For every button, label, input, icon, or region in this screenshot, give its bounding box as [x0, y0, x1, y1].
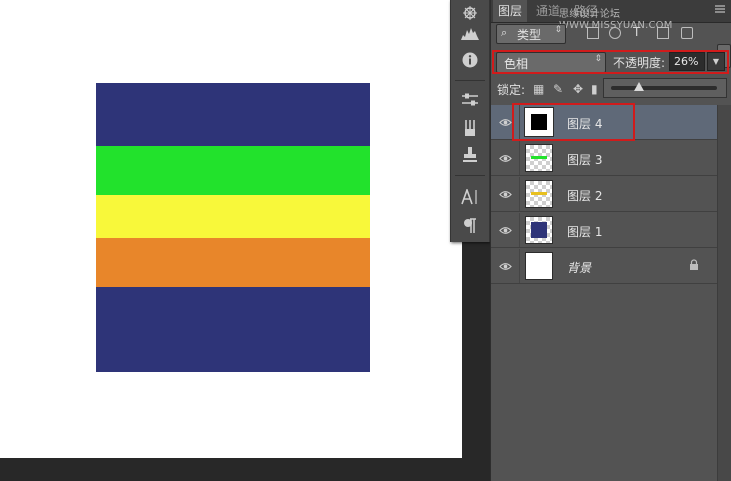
opacity-slider-thumb[interactable] — [633, 82, 644, 91]
panel-tabs: 图层 通道 路径 思缘设计论坛 WWW.MISSYUAN.COM — [491, 0, 731, 31]
layer-thumbnail[interactable] — [525, 144, 553, 172]
layer-filter-row: ⌕ 类型 ⇕ T — [491, 22, 731, 68]
layer-row[interactable]: 背景 — [491, 249, 717, 284]
lock-transparent-icon[interactable]: ▦ — [533, 82, 544, 96]
paragraph-icon[interactable] — [454, 213, 486, 239]
character-icon[interactable] — [454, 184, 486, 210]
lock-row: 锁定: ▦ ✎ ✥ ▮ — [491, 78, 603, 100]
filter-type-icon[interactable]: T — [633, 26, 645, 38]
layer-name: 背景 — [567, 261, 592, 275]
eye-icon[interactable] — [499, 152, 512, 165]
opacity-slider-popup — [603, 78, 727, 98]
visibility-column-divider — [519, 249, 520, 283]
thumbnail-content — [531, 222, 547, 238]
annotation-highlight-box — [492, 50, 729, 74]
filter-type-label: 类型 — [517, 28, 542, 42]
annotation-highlight-box — [512, 103, 635, 141]
thumbnail-content — [531, 156, 547, 159]
lock-icon — [690, 259, 698, 270]
artwork-stripe — [96, 195, 370, 238]
eye-icon[interactable] — [499, 260, 512, 273]
adjust-icon[interactable] — [454, 87, 486, 113]
layer-name: 图层 2 — [567, 189, 603, 203]
visibility-column-divider — [519, 213, 520, 247]
layer-thumbnail[interactable] — [525, 216, 553, 244]
layer-row[interactable]: 图层 2 — [491, 177, 717, 212]
artwork-stripes — [96, 83, 370, 372]
artwork-stripe — [96, 238, 370, 287]
tab-layers[interactable]: 图层 — [493, 0, 528, 22]
lock-label: 锁定: — [497, 83, 526, 97]
search-icon: ⌕ — [501, 26, 508, 39]
canvas-area — [0, 0, 490, 481]
thumbnail-content — [531, 192, 547, 195]
eye-icon[interactable] — [499, 224, 512, 237]
visibility-column-divider — [519, 177, 520, 211]
info-icon[interactable] — [454, 47, 486, 73]
filter-type-select[interactable]: ⌕ 类型 ⇕ — [496, 24, 566, 44]
lock-move-icon[interactable]: ✥ — [573, 82, 583, 96]
visibility-column-divider — [519, 141, 520, 175]
filter-adjustment-icon[interactable] — [609, 27, 621, 39]
layer-name: 图层 1 — [567, 225, 603, 239]
brush-preset-icon[interactable] — [454, 115, 486, 141]
filter-smart-object-icon[interactable] — [681, 27, 693, 39]
artwork-stripe — [96, 146, 370, 195]
clone-source-icon[interactable] — [454, 142, 486, 168]
panel-menu-icon[interactable] — [714, 3, 726, 18]
lock-paint-icon[interactable]: ✎ — [553, 82, 563, 96]
layer-row[interactable]: 图层 1 — [491, 213, 717, 248]
histogram-icon[interactable] — [454, 20, 486, 46]
artwork-stripe — [96, 287, 370, 372]
layer-thumbnail[interactable] — [525, 252, 553, 280]
lock-all-icon[interactable]: ▮ — [591, 82, 598, 96]
layer-name: 图层 3 — [567, 153, 603, 167]
layers-scrollbar[interactable] — [717, 105, 731, 481]
blend-row: 色相 ⇕ 不透明度: ▼ — [491, 48, 731, 76]
document-canvas[interactable] — [0, 0, 462, 458]
filter-pixel-icon[interactable] — [587, 27, 599, 39]
layer-thumbnail[interactable] — [525, 180, 553, 208]
side-tool-strip — [450, 0, 490, 242]
updown-arrow-icon: ⇕ — [554, 25, 562, 35]
layer-row[interactable]: 图层 3 — [491, 141, 717, 176]
eye-icon[interactable] — [499, 116, 512, 129]
filter-shape-icon[interactable] — [657, 27, 669, 39]
artwork-stripe — [96, 83, 370, 146]
eye-icon[interactable] — [499, 188, 512, 201]
layers-panel: 图层 通道 路径 思缘设计论坛 WWW.MISSYUAN.COM ⌕ 类型 ⇕ … — [490, 0, 731, 481]
opacity-slider-track[interactable] — [611, 86, 717, 90]
